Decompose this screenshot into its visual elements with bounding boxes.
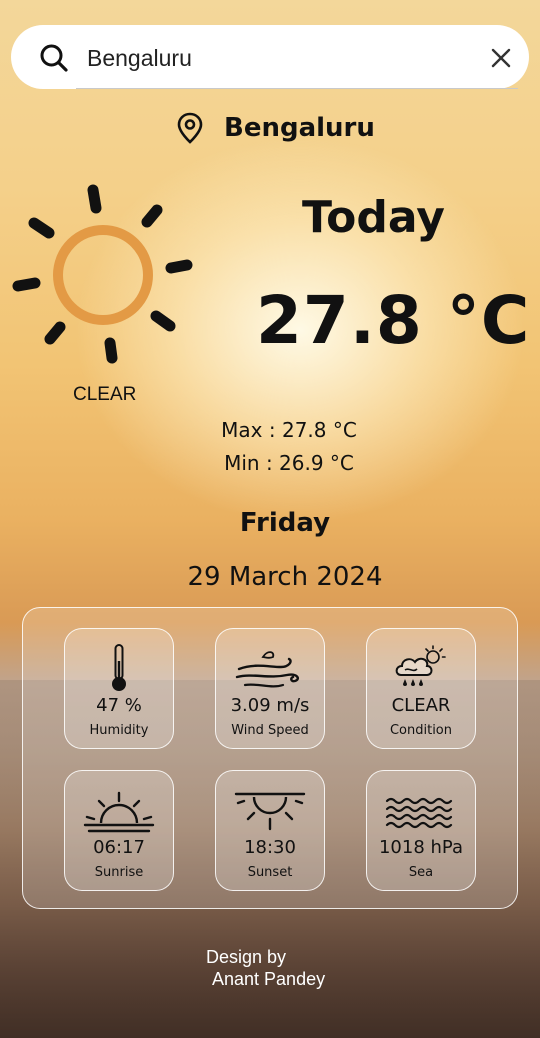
location-header: Bengaluru xyxy=(176,108,375,148)
humidity-card: 47 % Humidity xyxy=(64,628,174,749)
sunrise-card: 06:17 Sunrise xyxy=(64,770,174,891)
condition-card: CLEAR Condition xyxy=(366,628,476,749)
sunset-icon xyxy=(234,792,306,831)
current-temperature: 27.8 °C xyxy=(256,282,531,359)
sunrise-label: Sunrise xyxy=(94,865,144,880)
max-temperature: Max : 27.8 °C xyxy=(221,418,357,442)
humidity-value: 47 % xyxy=(96,695,142,716)
wind-speed-card: 3.09 m/s Wind Speed xyxy=(215,628,325,749)
today-label: Today xyxy=(302,192,445,243)
location-pin-icon xyxy=(177,112,203,144)
date-label: 29 March 2024 xyxy=(187,562,383,592)
sunrise-icon xyxy=(83,791,155,833)
min-temperature: Min : 26.9 °C xyxy=(224,451,354,475)
wind-speed-label: Wind Speed xyxy=(231,723,309,738)
search-input[interactable] xyxy=(87,39,467,77)
city-name: Bengaluru xyxy=(224,113,375,143)
condition-label: Condition xyxy=(389,723,453,738)
sea-waves-icon xyxy=(385,797,453,829)
sunrise-value: 06:17 xyxy=(93,837,145,858)
search-bar xyxy=(11,25,529,89)
sea-pressure-value: 1018 hPa xyxy=(378,837,463,858)
close-icon[interactable] xyxy=(489,46,513,70)
sunset-value: 18:30 xyxy=(244,837,296,858)
sunset-label: Sunset xyxy=(247,865,293,880)
search-icon[interactable] xyxy=(39,43,69,73)
sea-pressure-label: Sea xyxy=(408,865,434,880)
search-underline xyxy=(76,88,518,89)
wind-speed-value: 3.09 m/s xyxy=(230,695,310,716)
cloud-sun-rain-icon xyxy=(395,645,446,686)
credit-line-1: Design by xyxy=(206,947,287,967)
thermometer-icon xyxy=(112,644,126,691)
wind-icon xyxy=(235,651,299,688)
weather-details-panel: 47 % Humidity 3.09 m/s Wind Speed CLEAR … xyxy=(22,607,518,909)
weekday-label: Friday xyxy=(239,508,331,538)
footer-credit: Design by Anant Pandey xyxy=(206,946,325,990)
sunset-card: 18:30 Sunset xyxy=(215,770,325,891)
credit-author: Anant Pandey xyxy=(212,969,326,989)
condition-value: CLEAR xyxy=(391,695,451,716)
sea-pressure-card: 1018 hPa Sea xyxy=(366,770,476,891)
humidity-label: Humidity xyxy=(89,723,149,738)
weather-condition-label: CLEAR xyxy=(73,384,137,405)
sun-icon xyxy=(12,184,193,364)
